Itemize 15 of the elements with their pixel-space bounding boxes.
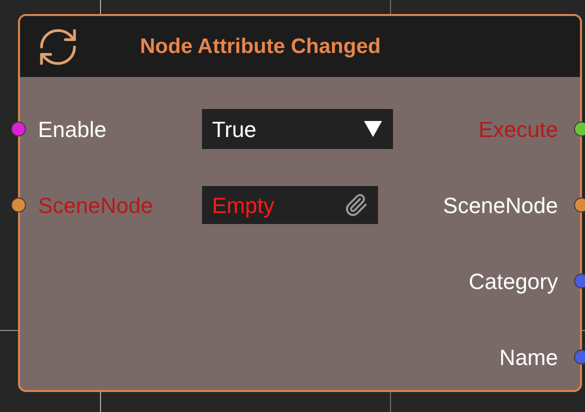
output-label: Name (499, 344, 558, 372)
dropdown-field[interactable]: True (202, 109, 393, 149)
output-label: SceneNode (443, 192, 558, 220)
output-label: Category (468, 268, 558, 296)
field-value: Empty (212, 192, 274, 220)
caret-icon (363, 120, 383, 138)
paperclip-icon (344, 193, 368, 217)
output-label: Execute (478, 116, 558, 144)
connector-pin[interactable] (11, 122, 26, 136)
object-field[interactable]: Empty (202, 186, 378, 224)
input-label: Enable (38, 116, 107, 144)
node-title: Node Attribute Changed (140, 34, 381, 60)
input-label: SceneNode (38, 192, 153, 220)
dropdown-value: True (212, 116, 256, 144)
connector-pin[interactable] (11, 198, 26, 212)
